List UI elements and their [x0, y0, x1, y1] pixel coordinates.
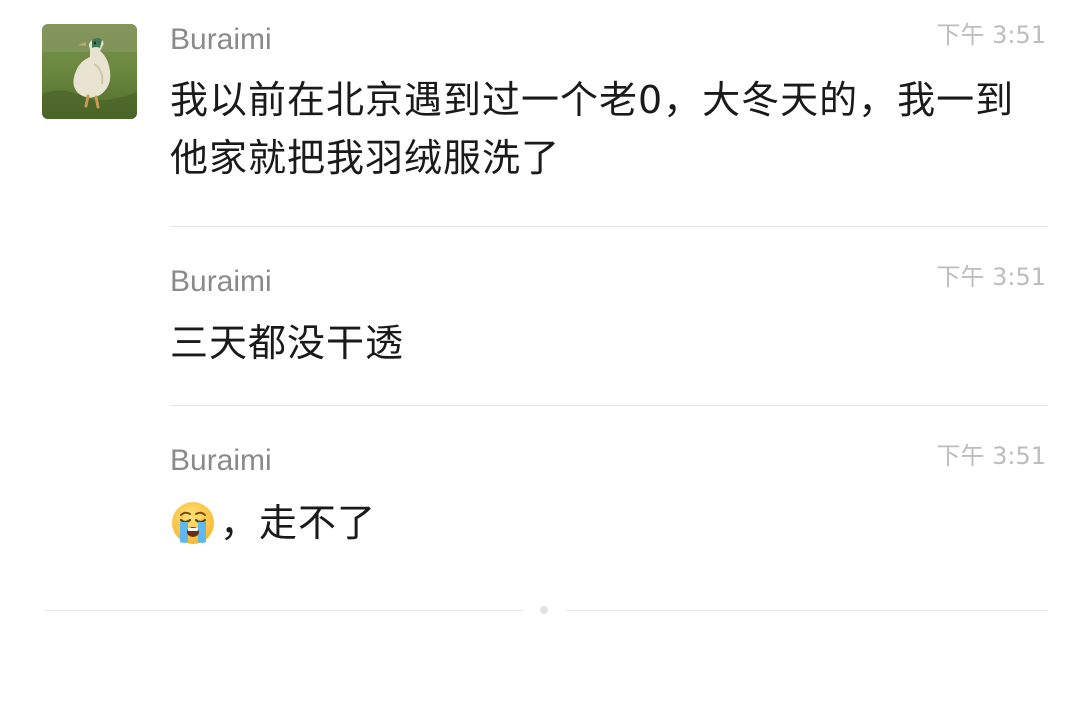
sender-name[interactable]: Buraimi [170, 264, 272, 300]
message-divider [170, 226, 1048, 227]
bottom-separator-right [566, 610, 1048, 611]
bottom-separator-left [44, 610, 524, 611]
message-time: 下午 3:51 [936, 263, 1046, 291]
sender-name[interactable]: Buraimi [170, 443, 272, 479]
message-text: ，走不了 [220, 501, 377, 545]
message-divider [170, 405, 1048, 406]
message-content: ，走不了 [170, 494, 1040, 552]
separator-dot [540, 606, 548, 614]
message-time: 下午 3:51 [936, 21, 1046, 49]
message-text: 三天都没干透 [170, 321, 405, 365]
message-text: 我以前在北京遇到过一个老0，大冬天的，我一到他家就把我羽绒服洗了 [170, 78, 1015, 180]
sender-name[interactable]: Buraimi [170, 22, 272, 58]
avatar[interactable] [42, 24, 137, 119]
chat-thread: Buraimi 下午 3:51 我以前在北京遇到过一个老0，大冬天的，我一到他家… [0, 0, 1080, 708]
duck-avatar-icon [42, 24, 137, 119]
message-time: 下午 3:51 [936, 442, 1046, 470]
loudly-crying-face-icon [170, 500, 216, 546]
